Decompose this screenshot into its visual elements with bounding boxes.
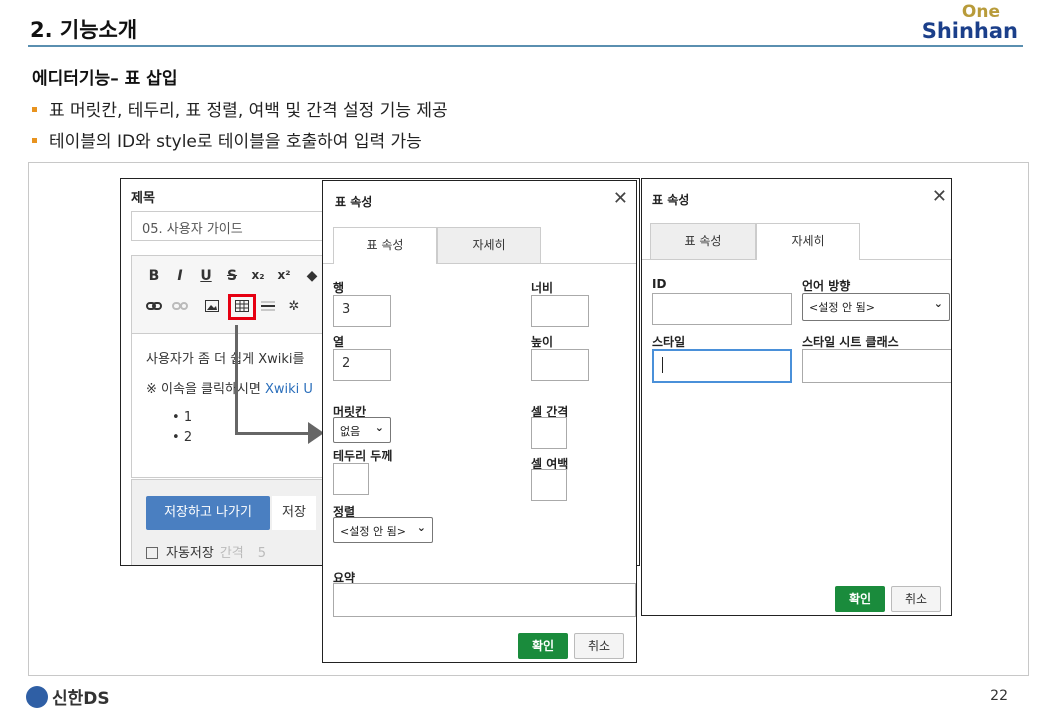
text-cursor: [662, 357, 663, 373]
content-paragraph: ※ 이속을 클릭하시면 Xwiki U: [146, 378, 313, 397]
callout-arrow-shaft: [235, 432, 313, 435]
xwiki-link[interactable]: Xwiki U: [265, 382, 313, 397]
cell-padding-input[interactable]: [531, 469, 567, 501]
rows-label: 행: [333, 281, 345, 295]
content-note-text: ※ 이속을 클릭하시면: [146, 382, 261, 397]
table-properties-dialog: 표 속성 ✕ 표 속성 자세히 행 3 너비 열 2 높이 머릿칸 없음 ⌄ 셀 …: [322, 180, 637, 663]
content-paragraph: 사용자가 좀 더 쉽게 Xwiki를: [146, 352, 305, 367]
header-cells-select[interactable]: 없음 ⌄: [333, 417, 391, 443]
tab-table-properties[interactable]: 표 속성: [333, 227, 437, 264]
autosave-interval-label: 간격: [219, 546, 244, 561]
section-title: 에디터기능– 표 삽입: [32, 69, 178, 89]
bullet-dot-icon: [32, 106, 37, 112]
underline-button[interactable]: U: [196, 268, 216, 284]
height-label: 높이: [531, 335, 554, 349]
settings-gear-icon[interactable]: ✲: [284, 299, 304, 314]
width-input[interactable]: [531, 295, 589, 327]
autosave-interval-value: 5: [257, 546, 267, 561]
cols-input[interactable]: 2: [333, 349, 391, 381]
chevron-down-icon: ⌄: [933, 297, 943, 310]
bullet-text: 표 머릿칸, 테두리, 표 정렬, 여백 및 간격 설정 기능 제공: [49, 101, 448, 121]
width-label: 너비: [531, 281, 554, 295]
border-width-label: 테두리 두께: [333, 449, 393, 463]
id-input[interactable]: [652, 293, 792, 325]
page-number: 22: [990, 688, 1008, 704]
alignment-value: <설정 안 됨>: [340, 525, 406, 538]
save-button[interactable]: 저장: [272, 496, 316, 530]
title-label: 제목: [131, 191, 155, 206]
callout-arrow-stem: [235, 325, 238, 435]
alignment-select[interactable]: <설정 안 됨> ⌄: [333, 517, 433, 543]
ok-button[interactable]: 확인: [518, 633, 568, 659]
list-item: • 1: [172, 410, 193, 425]
border-width-input[interactable]: [333, 463, 369, 495]
dialog-title: 표 속성: [335, 195, 373, 209]
dialog-title: 표 속성: [652, 193, 690, 207]
chevron-down-icon: ⌄: [416, 521, 426, 534]
eraser-icon[interactable]: ◆: [302, 268, 322, 284]
tab-advanced[interactable]: 자세히: [756, 223, 860, 260]
cell-spacing-input[interactable]: [531, 417, 567, 449]
ok-button[interactable]: 확인: [835, 586, 885, 612]
rows-input[interactable]: 3: [333, 295, 391, 327]
id-label: ID: [652, 277, 667, 291]
cancel-button[interactable]: 취소: [891, 586, 941, 612]
header-divider: [28, 45, 1023, 47]
autosave-row: 자동저장 간격 5: [146, 542, 266, 561]
tab-advanced[interactable]: 자세히: [437, 227, 541, 263]
height-input[interactable]: [531, 349, 589, 381]
language-direction-value: <설정 안 됨>: [809, 301, 875, 314]
stylesheet-class-input[interactable]: [802, 349, 951, 383]
bullet-dot-icon: [32, 137, 37, 143]
horizontal-rule-icon[interactable]: [258, 300, 278, 316]
tab-table-properties[interactable]: 표 속성: [650, 223, 756, 259]
slide-title: 2. 기능소개: [30, 18, 138, 42]
summary-input[interactable]: [333, 583, 636, 617]
strikethrough-button[interactable]: S: [222, 268, 242, 284]
image-icon[interactable]: [202, 300, 222, 316]
shinhan-logo: One Shinhan: [922, 4, 1018, 42]
shinhan-ds-logo: 신한DS: [26, 684, 110, 710]
language-direction-select[interactable]: <설정 안 됨> ⌄: [802, 293, 950, 321]
language-direction-label: 언어 방향: [802, 279, 851, 293]
list-item: • 2: [172, 430, 193, 445]
subscript-button[interactable]: x₂: [248, 268, 268, 282]
style-label: 스타일: [652, 335, 686, 349]
link-icon[interactable]: [144, 300, 164, 316]
superscript-button[interactable]: x²: [274, 268, 294, 282]
italic-button[interactable]: I: [170, 268, 190, 284]
close-icon[interactable]: ✕: [613, 188, 628, 209]
list-item-text: 1: [183, 410, 193, 425]
style-input[interactable]: [652, 349, 792, 383]
cols-label: 열: [333, 335, 345, 349]
close-icon[interactable]: ✕: [932, 186, 947, 207]
bullet-text: 테이블의 ID와 style로 테이블을 호출하여 입력 가능: [49, 132, 422, 152]
shinhan-emblem-icon: [26, 686, 48, 708]
list-item-text: 2: [183, 430, 193, 445]
bullet-item: 표 머릿칸, 테두리, 표 정렬, 여백 및 간격 설정 기능 제공: [32, 96, 448, 121]
header-cells-value: 없음: [340, 425, 361, 438]
company-name: 신한DS: [52, 689, 110, 709]
table-icon[interactable]: [232, 300, 252, 316]
cancel-button[interactable]: 취소: [574, 633, 624, 659]
bullet-item: 테이블의 ID와 style로 테이블을 호출하여 입력 가능: [32, 127, 422, 152]
save-and-exit-button[interactable]: 저장하고 나가기: [146, 496, 270, 530]
logo-shinhan-text: Shinhan: [921, 19, 1018, 43]
autosave-label: 자동저장: [166, 546, 214, 561]
table-properties-advanced-dialog: 표 속성 ✕ 표 속성 자세히 ID 언어 방향 <설정 안 됨> ⌄ 스타일 스…: [641, 178, 952, 616]
stylesheet-class-label: 스타일 시트 클래스: [802, 335, 899, 349]
unlink-icon[interactable]: [170, 300, 190, 316]
autosave-checkbox[interactable]: [146, 546, 158, 559]
chevron-down-icon: ⌄: [374, 421, 384, 434]
bold-button[interactable]: B: [144, 268, 164, 284]
